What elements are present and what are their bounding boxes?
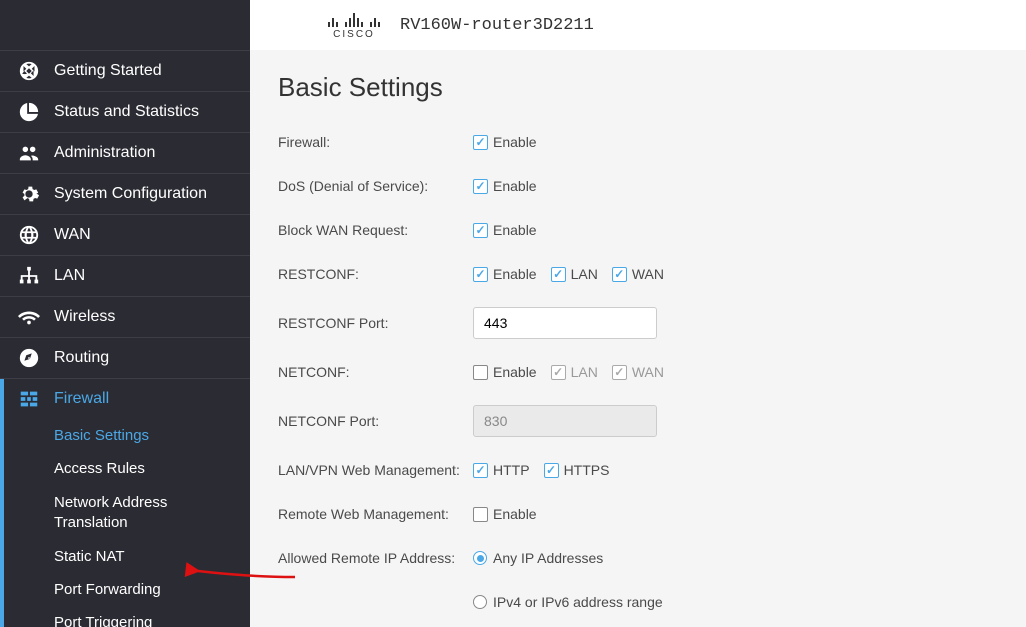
- check-icon: [551, 365, 566, 380]
- sidebar-spacer: [0, 0, 250, 50]
- sidebar-item-status[interactable]: Status and Statistics: [0, 91, 250, 132]
- row-block-wan: Block WAN Request: Enable: [278, 219, 1026, 241]
- sidebar-label: WAN: [54, 226, 91, 244]
- radio-icon: [473, 595, 487, 609]
- checkbox-firewall-enable[interactable]: Enable: [473, 134, 537, 150]
- check-icon: [473, 179, 488, 194]
- row-allowed-ip: Allowed Remote IP Address: Any IP Addres…: [278, 547, 1026, 569]
- sidebar-item-firewall[interactable]: Firewall: [0, 378, 250, 419]
- gear-icon: [18, 183, 40, 205]
- sidebar-label: Getting Started: [54, 62, 162, 80]
- globe-icon: [18, 60, 40, 82]
- device-name: RV160W-router3D2211: [400, 16, 594, 35]
- users-icon: [18, 142, 40, 164]
- radio-icon: [473, 551, 487, 565]
- topbar: CISCO RV160W-router3D2211: [250, 0, 1026, 50]
- check-icon: [544, 463, 559, 478]
- label-netconf: NETCONF:: [278, 364, 473, 380]
- label-restconf-port: RESTCONF Port:: [278, 315, 473, 331]
- input-netconf-port: [473, 405, 657, 437]
- row-netconf-port: NETCONF Port:: [278, 405, 1026, 437]
- cisco-logo: CISCO: [328, 11, 380, 40]
- sub-item-basic-settings[interactable]: Basic Settings: [0, 419, 250, 452]
- label-firewall: Firewall:: [278, 134, 473, 150]
- check-icon: [473, 267, 488, 282]
- row-dos: DoS (Denial of Service): Enable: [278, 175, 1026, 197]
- row-lanvpn: LAN/VPN Web Management: HTTP HTTPS: [278, 459, 1026, 481]
- checkbox-blockwan-enable[interactable]: Enable: [473, 222, 537, 238]
- check-icon: [473, 223, 488, 238]
- checkbox-restconf-wan[interactable]: WAN: [612, 266, 664, 282]
- sidebar-item-wireless[interactable]: Wireless: [0, 296, 250, 337]
- network-icon: [18, 265, 40, 287]
- check-icon: [473, 135, 488, 150]
- checkbox-lanvpn-http[interactable]: HTTP: [473, 462, 530, 478]
- pie-icon: [18, 101, 40, 123]
- checkbox-netconf-lan: LAN: [551, 364, 598, 380]
- label-remote: Remote Web Management:: [278, 506, 473, 522]
- firewall-icon: [18, 388, 40, 410]
- sub-item-port-forwarding[interactable]: Port Forwarding: [0, 573, 250, 606]
- check-icon: [473, 507, 488, 522]
- sidebar-label: Routing: [54, 349, 109, 367]
- check-icon: [551, 267, 566, 282]
- brand-text: CISCO: [333, 29, 375, 40]
- row-firewall: Firewall: Enable: [278, 131, 1026, 153]
- cisco-bars-icon: [328, 11, 380, 27]
- checkbox-remote-enable[interactable]: Enable: [473, 506, 537, 522]
- check-icon: [473, 365, 488, 380]
- check-icon: [612, 267, 627, 282]
- world-icon: [18, 224, 40, 246]
- sidebar-label: System Configuration: [54, 185, 207, 203]
- checkbox-dos-enable[interactable]: Enable: [473, 178, 537, 194]
- checkbox-lanvpn-https[interactable]: HTTPS: [544, 462, 610, 478]
- sidebar-item-routing[interactable]: Routing: [0, 337, 250, 378]
- sidebar-label: Firewall: [54, 390, 109, 408]
- row-restconf-port: RESTCONF Port:: [278, 307, 1026, 339]
- sidebar-item-lan[interactable]: LAN: [0, 255, 250, 296]
- sidebar-label: Status and Statistics: [54, 103, 199, 121]
- sidebar-label: Wireless: [54, 308, 115, 326]
- row-netconf: NETCONF: Enable LAN WAN: [278, 361, 1026, 383]
- label-netconf-port: NETCONF Port:: [278, 413, 473, 429]
- row-ip-range: IPv4 or IPv6 address range: [278, 591, 1026, 613]
- label-blockwan: Block WAN Request:: [278, 222, 473, 238]
- sidebar-item-administration[interactable]: Administration: [0, 132, 250, 173]
- label-lanvpn: LAN/VPN Web Management:: [278, 462, 473, 478]
- form-area: Firewall: Enable DoS (Denial of Service)…: [250, 125, 1026, 613]
- routing-icon: [18, 347, 40, 369]
- main-content: CISCO RV160W-router3D2211 Basic Settings…: [250, 0, 1026, 627]
- firewall-submenu: Basic Settings Access Rules Network Addr…: [0, 419, 250, 627]
- row-restconf: RESTCONF: Enable LAN WAN: [278, 263, 1026, 285]
- sub-item-access-rules[interactable]: Access Rules: [0, 452, 250, 485]
- sidebar: Getting Started Status and Statistics Ad…: [0, 0, 250, 627]
- sidebar-label: Administration: [54, 144, 155, 162]
- label-restconf: RESTCONF:: [278, 266, 473, 282]
- check-icon: [612, 365, 627, 380]
- row-remote: Remote Web Management: Enable: [278, 503, 1026, 525]
- radio-any-ip[interactable]: Any IP Addresses: [473, 550, 603, 566]
- sub-item-static-nat[interactable]: Static NAT: [0, 540, 250, 573]
- checkbox-netconf-wan: WAN: [612, 364, 664, 380]
- label-dos: DoS (Denial of Service):: [278, 178, 473, 194]
- page-title: Basic Settings: [278, 72, 1026, 103]
- checkbox-restconf-enable[interactable]: Enable: [473, 266, 537, 282]
- page-title-bar: Basic Settings: [250, 50, 1026, 125]
- checkbox-restconf-lan[interactable]: LAN: [551, 266, 598, 282]
- sidebar-item-wan[interactable]: WAN: [0, 214, 250, 255]
- label-allowed-ip: Allowed Remote IP Address:: [278, 550, 473, 566]
- radio-ip-range[interactable]: IPv4 or IPv6 address range: [473, 594, 663, 610]
- sub-item-nat[interactable]: Network Address Translation: [0, 485, 250, 540]
- check-icon: [473, 463, 488, 478]
- checkbox-netconf-enable[interactable]: Enable: [473, 364, 537, 380]
- sidebar-item-system-config[interactable]: System Configuration: [0, 173, 250, 214]
- input-restconf-port[interactable]: [473, 307, 657, 339]
- sidebar-item-getting-started[interactable]: Getting Started: [0, 50, 250, 91]
- sub-item-port-triggering[interactable]: Port Triggering: [0, 606, 250, 627]
- wifi-icon: [18, 306, 40, 328]
- sidebar-label: LAN: [54, 267, 85, 285]
